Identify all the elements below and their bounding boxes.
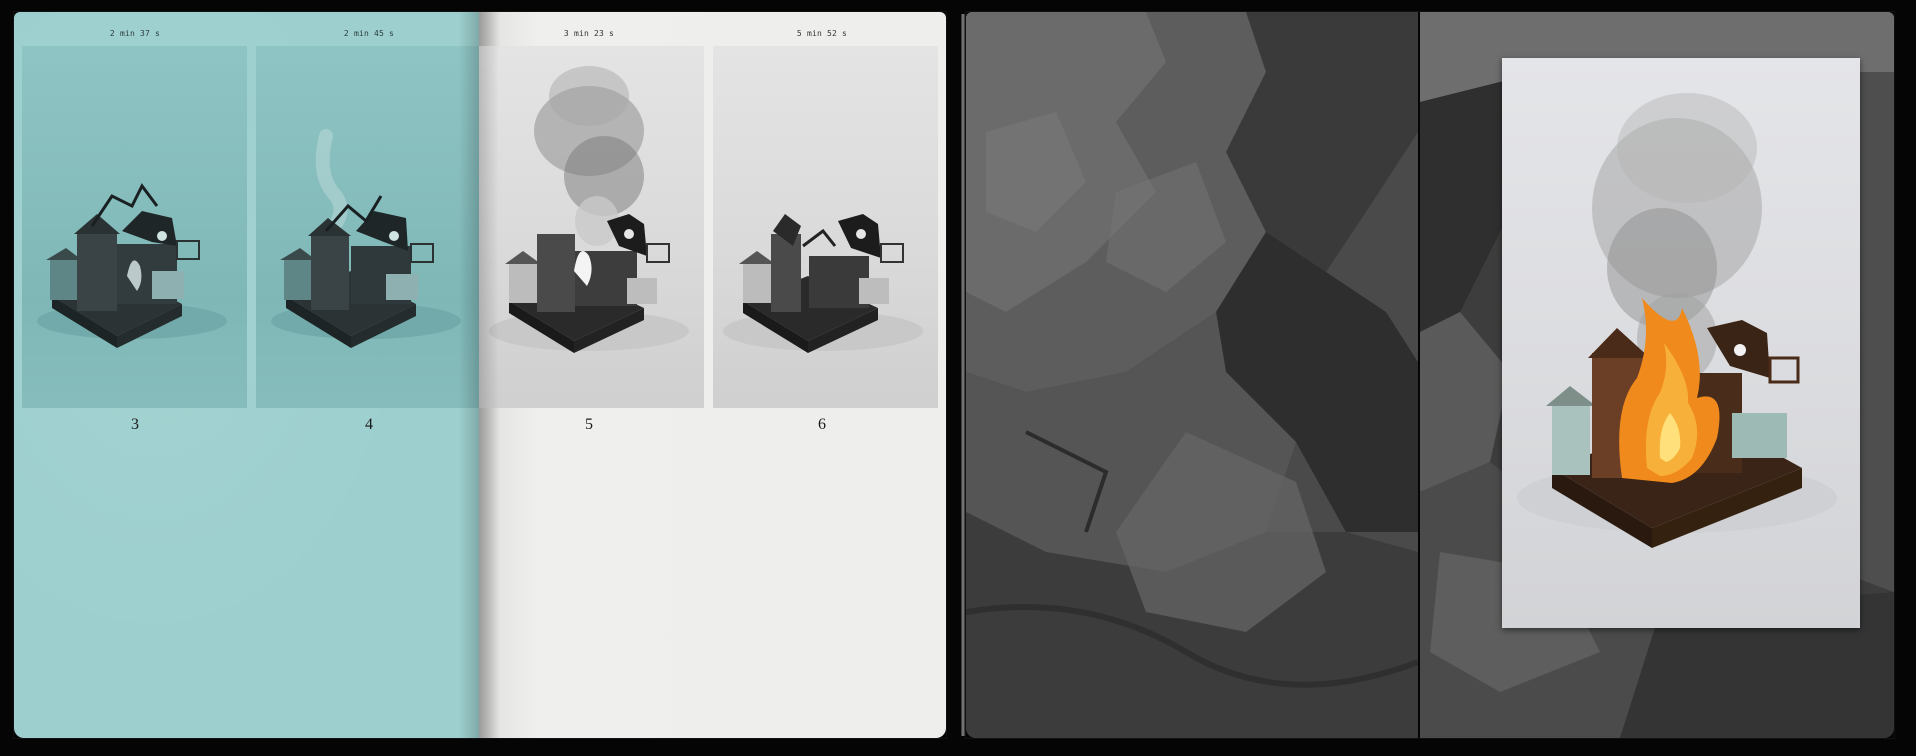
plate-4-timecode: 2 min 45 s: [343, 29, 395, 38]
left-book-spread: 2 min 37 s 2 min 45 s 3 4 3 min 23 s 5 m…: [14, 12, 946, 738]
plate-3-photo: [22, 46, 247, 408]
tipped-in-color-photo: [1502, 58, 1860, 628]
rock-photo-left-page: [966, 12, 1418, 738]
plate-5-photo: [479, 46, 704, 408]
plate-3-timecode: 2 min 37 s: [109, 29, 161, 38]
plate-5-timecode: 3 min 23 s: [563, 29, 615, 38]
white-page: 3 min 23 s 5 min 52 s 5 6: [479, 12, 946, 738]
book-edge: [961, 14, 965, 736]
plate-3-number: 3: [131, 416, 139, 433]
plate-6-number: 6: [818, 416, 826, 433]
plate-5-number: 5: [585, 416, 593, 433]
plate-4-number: 4: [365, 416, 373, 433]
plate-4-photo: [256, 46, 479, 408]
plate-6-timecode: 5 min 52 s: [796, 29, 848, 38]
teal-page: 2 min 37 s 2 min 45 s 3 4: [14, 12, 479, 738]
plate-6-photo: [713, 46, 938, 408]
